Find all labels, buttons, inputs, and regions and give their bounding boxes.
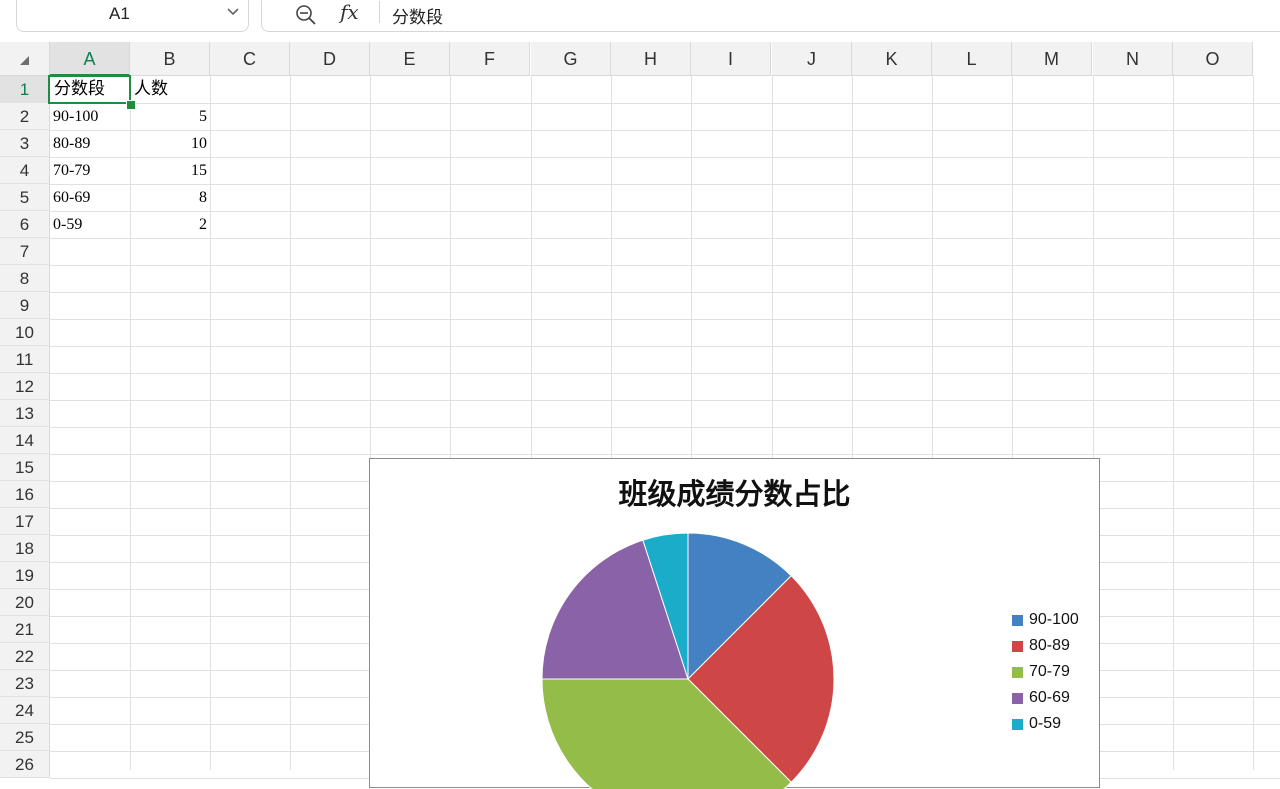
- grid-row-line: [50, 373, 1280, 374]
- row-header-3[interactable]: 3: [0, 130, 50, 157]
- cell-b1[interactable]: 人数: [134, 76, 208, 103]
- column-header-h[interactable]: H: [611, 42, 691, 76]
- column-header-i[interactable]: I: [691, 42, 771, 76]
- grid-column-line: [1173, 76, 1174, 770]
- legend-label: 0-59: [1029, 715, 1062, 732]
- row-header-25[interactable]: 25: [0, 724, 50, 751]
- row-header-21[interactable]: 21: [0, 616, 50, 643]
- legend-swatch: [1012, 693, 1023, 704]
- select-all-corner[interactable]: [0, 42, 50, 76]
- fx-icon[interactable]: fx: [340, 0, 359, 24]
- cell-a2[interactable]: 90-100: [53, 103, 127, 130]
- pie-plot: [541, 532, 835, 789]
- column-header-o[interactable]: O: [1173, 42, 1253, 76]
- grid-row-line: [50, 211, 1280, 212]
- row-header-22[interactable]: 22: [0, 643, 50, 670]
- row-header-6[interactable]: 6: [0, 211, 50, 238]
- fill-handle[interactable]: [126, 100, 136, 110]
- column-header-j[interactable]: J: [772, 42, 852, 76]
- cell-a5[interactable]: 60-69: [53, 184, 127, 211]
- column-header-l[interactable]: L: [932, 42, 1012, 76]
- row-header-13[interactable]: 13: [0, 400, 50, 427]
- grid-row-line: [50, 157, 1280, 158]
- row-header-5[interactable]: 5: [0, 184, 50, 211]
- column-header-f[interactable]: F: [450, 42, 530, 76]
- grid-row-line: [50, 319, 1280, 320]
- cell-b5[interactable]: 8: [130, 184, 207, 211]
- grid-row-line: [50, 454, 1280, 455]
- column-header-n[interactable]: N: [1093, 42, 1173, 76]
- grid-row-line: [50, 103, 1280, 104]
- row-header-26[interactable]: 26: [0, 751, 50, 778]
- grid-column-line: [210, 76, 211, 770]
- grid-row-line: [50, 400, 1280, 401]
- formula-content[interactable]: 分数段: [392, 3, 443, 28]
- legend-label: 60-69: [1029, 689, 1070, 706]
- row-header-18[interactable]: 18: [0, 535, 50, 562]
- column-header-a[interactable]: A: [50, 42, 130, 76]
- grid-row-line: [50, 427, 1280, 428]
- cell-b3[interactable]: 10: [130, 130, 207, 157]
- legend-label: 70-79: [1029, 663, 1070, 680]
- row-header-11[interactable]: 11: [0, 346, 50, 373]
- column-header-m[interactable]: M: [1012, 42, 1092, 76]
- row-header-19[interactable]: 19: [0, 562, 50, 589]
- row-header-15[interactable]: 15: [0, 454, 50, 481]
- row-header-8[interactable]: 8: [0, 265, 50, 292]
- row-header-16[interactable]: 16: [0, 481, 50, 508]
- row-header-17[interactable]: 17: [0, 508, 50, 535]
- cell-b4[interactable]: 15: [130, 157, 207, 184]
- legend-swatch: [1012, 641, 1023, 652]
- cell-a6[interactable]: 0-59: [53, 211, 127, 238]
- name-box[interactable]: A1: [16, 0, 249, 32]
- grid-column-line: [1253, 76, 1254, 770]
- grid-row-line: [50, 346, 1280, 347]
- cell-b2[interactable]: 5: [130, 103, 207, 130]
- pie-chart[interactable]: 班级成绩分数占比 90-100 80-89 70-79 60-69 0-59: [369, 458, 1100, 789]
- legend-label: 90-100: [1029, 611, 1079, 628]
- grid-row-line: [50, 184, 1280, 185]
- row-header-10[interactable]: 10: [0, 319, 50, 346]
- cell-a4[interactable]: 70-79: [53, 157, 127, 184]
- legend-swatch: [1012, 667, 1023, 678]
- grid-row-line: [50, 292, 1280, 293]
- active-cell-selection[interactable]: [48, 75, 131, 104]
- grid-row-line: [50, 265, 1280, 266]
- row-header-7[interactable]: 7: [0, 238, 50, 265]
- row-header-1[interactable]: 1: [0, 76, 50, 103]
- legend-swatch: [1012, 615, 1023, 626]
- row-header-14[interactable]: 14: [0, 427, 50, 454]
- formula-input[interactable]: fx 分数段: [261, 0, 1280, 32]
- legend-swatch: [1012, 719, 1023, 730]
- grid-row-line: [50, 130, 1280, 131]
- formula-divider: [379, 1, 380, 23]
- select-all-icon: [20, 56, 29, 65]
- column-header-d[interactable]: D: [290, 42, 370, 76]
- row-header-2[interactable]: 2: [0, 103, 50, 130]
- row-header-4[interactable]: 4: [0, 157, 50, 184]
- cell-reference: A1: [109, 4, 130, 23]
- cell-a3[interactable]: 80-89: [53, 130, 127, 157]
- grid-column-line: [290, 76, 291, 770]
- zoom-out-icon[interactable]: [295, 4, 317, 26]
- row-header-23[interactable]: 23: [0, 670, 50, 697]
- legend-label: 80-89: [1029, 637, 1070, 654]
- cell-b6[interactable]: 2: [130, 211, 207, 238]
- row-header-20[interactable]: 20: [0, 589, 50, 616]
- column-header-b[interactable]: B: [130, 42, 210, 76]
- row-header-9[interactable]: 9: [0, 292, 50, 319]
- row-header-24[interactable]: 24: [0, 697, 50, 724]
- column-header-g[interactable]: G: [531, 42, 611, 76]
- formula-bar: A1 fx 分数段: [0, 0, 1280, 42]
- grid-row-line: [50, 238, 1280, 239]
- column-header-c[interactable]: C: [210, 42, 290, 76]
- row-header-12[interactable]: 12: [0, 373, 50, 400]
- column-header-k[interactable]: K: [852, 42, 932, 76]
- chevron-down-icon[interactable]: [226, 5, 240, 19]
- column-header-e[interactable]: E: [370, 42, 450, 76]
